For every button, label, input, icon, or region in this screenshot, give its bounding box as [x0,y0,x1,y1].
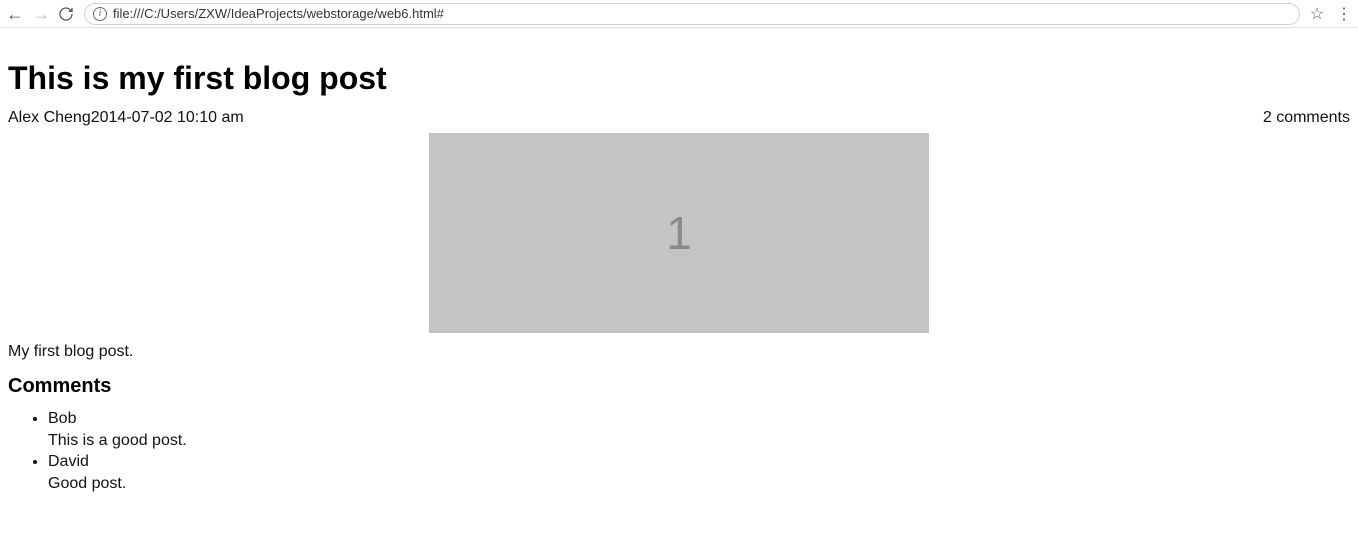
browser-menu-icon[interactable]: ⋮ [1334,4,1352,24]
comments-count-link[interactable]: 2 comments [1263,109,1350,127]
post-image-placeholder: 1 [429,133,929,333]
browser-toolbar: ← → i file:///C:/Users/ZXW/IdeaProjects/… [0,0,1358,28]
comment-author: David [48,451,1350,473]
list-item: Bob This is a good post. [48,408,1350,451]
post-meta-row: Alex Cheng2014-07-02 10:10 am 2 comments [8,109,1350,127]
address-bar[interactable]: i file:///C:/Users/ZXW/IdeaProjects/webs… [84,3,1300,25]
comment-text: Good post. [48,473,1350,495]
post-body: My first blog post. [8,343,1350,361]
comment-text: This is a good post. [48,430,1350,452]
post-timestamp: 2014-07-02 10:10 am [91,109,244,126]
url-text: file:///C:/Users/ZXW/IdeaProjects/websto… [113,6,1291,21]
comments-list: Bob This is a good post. David Good post… [8,408,1350,494]
post-meta-left: Alex Cheng2014-07-02 10:10 am [8,109,244,127]
info-icon[interactable]: i [93,7,107,21]
post-title: This is my first blog post [8,60,1350,97]
list-item: David Good post. [48,451,1350,494]
back-button[interactable]: ← [6,5,24,23]
comments-heading: Comments [8,375,1350,398]
comment-author: Bob [48,408,1350,430]
post-author: Alex Cheng [8,109,91,126]
image-placeholder-text: 1 [666,206,692,260]
page-content: This is my first blog post Alex Cheng201… [0,28,1358,514]
forward-button[interactable]: → [32,5,50,23]
bookmark-star-icon[interactable]: ☆ [1308,4,1326,24]
reload-button[interactable] [58,6,76,22]
